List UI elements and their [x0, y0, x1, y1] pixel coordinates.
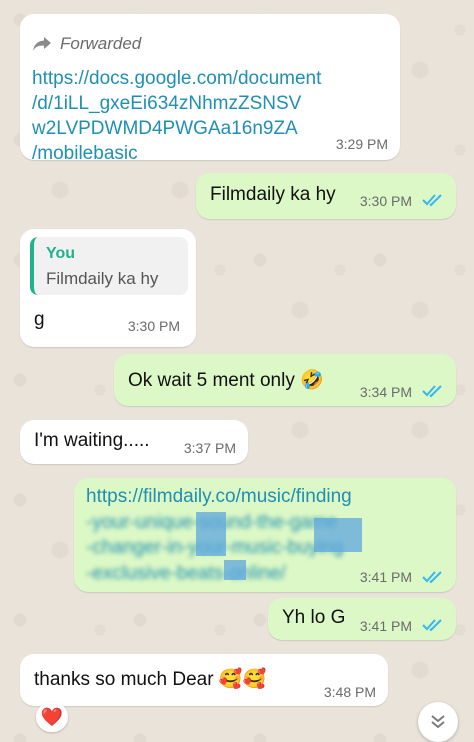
link-line: /mobilebasic	[32, 143, 138, 164]
message-incoming[interactable]: I'm waiting..... 3:37 PM	[20, 420, 248, 464]
message-time: 3:41 PM	[359, 569, 412, 585]
message-outgoing[interactable]: Filmdaily ka hy 3:30 PM	[196, 173, 456, 219]
message-forwarded-link[interactable]: Forwarded https://docs.google.com/docume…	[20, 14, 400, 164]
double-chevron-down-icon	[431, 715, 445, 729]
link-line: https://docs.google.com/document	[32, 68, 322, 89]
forwarded-indicator: Forwarded	[32, 34, 141, 54]
double-check-read-icon	[422, 194, 442, 207]
message-text: I'm waiting.....	[34, 430, 150, 451]
message-reply[interactable]: You Filmdaily ka hy g 3:30 PM	[20, 229, 196, 347]
scroll-to-bottom-button[interactable]	[418, 702, 458, 742]
message-text: Filmdaily ka hy	[210, 184, 336, 205]
censor-block	[314, 518, 362, 552]
message-incoming[interactable]: thanks so much Dear 🥰🥰 3:48 PM	[20, 654, 388, 706]
link-line: -exclusive-beats-online/	[86, 562, 286, 584]
message-time: 3:30 PM	[127, 318, 180, 334]
censor-block	[224, 560, 246, 580]
link-line: /d/1iLL_gxeEi634zNhmzZSNSV	[32, 93, 302, 114]
quote-text: Filmdaily ka hy	[46, 269, 159, 288]
message-link[interactable]: https://docs.google.com/document /d/1iLL…	[32, 66, 321, 166]
quote-author: You	[46, 245, 76, 262]
message-outgoing-link[interactable]: https://filmdaily.co/music/finding -your…	[74, 478, 456, 592]
forwarded-label: Forwarded	[60, 34, 142, 53]
message-text: g	[34, 309, 45, 330]
quoted-message[interactable]: You Filmdaily ka hy	[30, 237, 188, 295]
message-outgoing[interactable]: Ok wait 5 ment only 🤣 3:34 PM	[114, 354, 456, 406]
censor-block	[196, 512, 226, 556]
message-text: thanks so much Dear 🥰🥰	[34, 669, 267, 690]
link-line: https://filmdaily.co/music/finding	[86, 486, 352, 507]
message-time: 3:37 PM	[183, 440, 236, 456]
link-line: w2LVPDWMD4PWGAa16n9ZA	[32, 118, 298, 139]
message-time: 3:41 PM	[359, 618, 412, 634]
message-time: 3:48 PM	[323, 684, 376, 700]
double-check-read-icon	[422, 619, 442, 632]
message-time: 3:34 PM	[359, 384, 412, 400]
message-outgoing[interactable]: Yh lo G 3:41 PM	[268, 598, 456, 640]
message-text: Yh lo G	[282, 607, 346, 628]
double-check-read-icon	[422, 571, 442, 584]
double-check-read-icon	[422, 385, 442, 398]
message-text: Ok wait 5 ment only 🤣	[128, 370, 324, 391]
forward-arrow-icon	[33, 37, 51, 51]
message-time: 3:30 PM	[359, 193, 412, 209]
message-time: 3:29 PM	[335, 136, 388, 152]
heart-reaction-icon[interactable]: ❤️	[36, 702, 68, 732]
